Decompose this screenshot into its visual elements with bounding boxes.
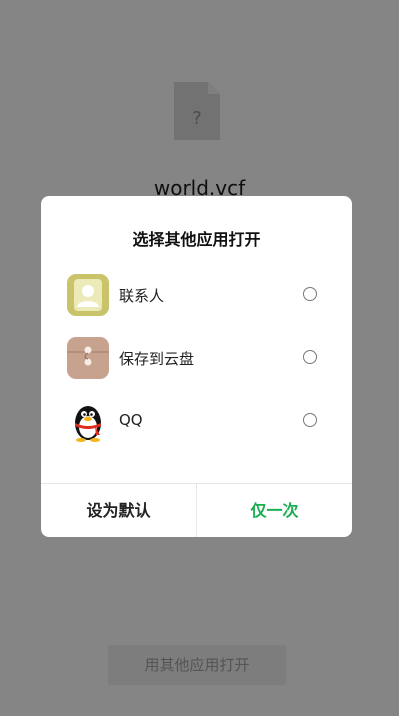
radio-qq[interactable] (303, 413, 317, 427)
just-once-button[interactable]: 仅一次 (197, 484, 352, 537)
app-label-cloud-disk: 保存到云盘 (119, 350, 195, 368)
radio-contacts[interactable] (303, 287, 317, 301)
app-option-qq[interactable]: QQ (41, 396, 352, 446)
contacts-icon (67, 274, 109, 316)
set-default-button[interactable]: 设为默认 (41, 484, 196, 537)
dialog-title: 选择其他应用打开 (132, 230, 261, 249)
app-label-contacts: 联系人 (119, 287, 165, 305)
app-label-qq: QQ (119, 411, 143, 429)
cloud-disk-icon (67, 337, 109, 379)
app-option-cloud-disk[interactable]: 保存到云盘 (41, 333, 352, 383)
qq-penguin-icon (75, 406, 101, 442)
open-with-dialog: 选择其他应用打开 联系人 保存到云盘 QQ 设为默认 仅一次 (41, 196, 352, 537)
app-option-contacts[interactable]: 联系人 (41, 270, 352, 320)
radio-cloud-disk[interactable] (303, 350, 317, 364)
